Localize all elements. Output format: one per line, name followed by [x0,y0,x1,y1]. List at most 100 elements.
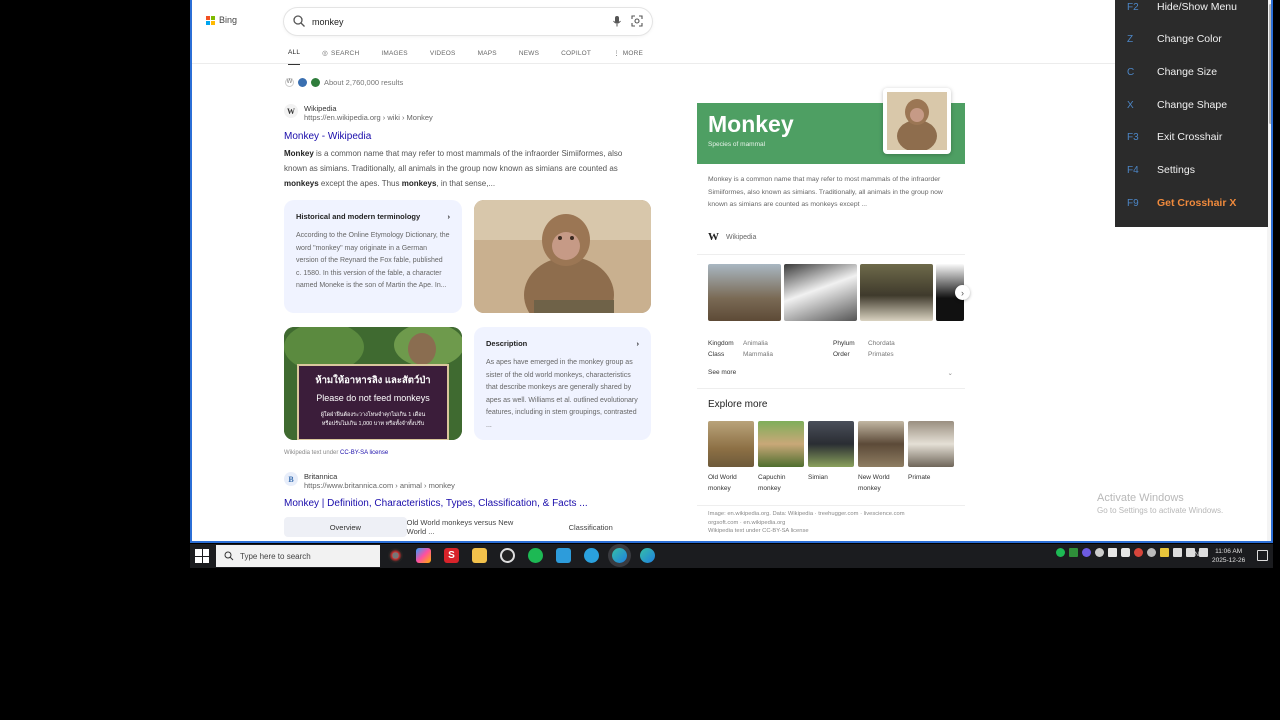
explore-item[interactable]: Capuchin monkey [758,421,804,494]
crosshair-menu-item[interactable]: X Change Shape [1115,95,1268,115]
wikipedia-source[interactable]: W Wikipedia https://en.wikipedia.org › w… [284,104,433,122]
crosshair-menu-item[interactable]: F3 Exit Crosshair [1115,127,1268,147]
taskbar: Type here to search S ENG 11:06 AM 2025-… [190,544,1273,568]
chevron-right-icon: › [636,339,640,348]
notification-center-icon[interactable] [1257,550,1268,561]
wps-app-icon[interactable]: S [444,548,459,563]
tab-videos[interactable]: VIDEOS [430,45,456,65]
crosshair-menu-label: Settings [1157,164,1195,176]
spotify-app-icon[interactable] [528,548,543,563]
see-more-toggle[interactable]: See more ⌄ [708,369,953,377]
telegram-app-icon[interactable] [584,548,599,563]
taskbar-clock[interactable]: 11:06 AM 2025-12-26 [1212,547,1245,565]
tab-label: NEWS [518,49,540,57]
britannica-tab-overview[interactable]: Overview [284,517,407,537]
edge-dev-app-icon[interactable] [640,548,655,563]
edge-app-icon[interactable] [612,548,627,563]
windows-start-icon[interactable] [195,549,209,563]
knowledge-panel-wiki-link[interactable]: W Wikipedia [708,231,756,243]
britannica-source-url: https://www.britannica.com › animal › mo… [304,481,455,490]
notes-app-icon[interactable] [556,548,571,563]
explore-item[interactable]: Primate [908,421,954,494]
gallery-image[interactable] [860,264,933,321]
visual-search-icon[interactable] [630,14,644,28]
crosshair-menu-item[interactable]: C Change Size [1115,62,1268,82]
chevron-right-icon: › [447,212,451,221]
monkey-sign-photo[interactable]: ห้ามให้อาหารลิง และสัตว์ป่า Please do no… [284,327,462,440]
tab-images[interactable]: IMAGES [381,45,407,65]
crosshair-menu-item[interactable]: Z Change Color [1115,29,1268,49]
tab-maps[interactable]: MAPS [478,45,497,65]
terminology-card[interactable]: Historical and modern terminology › Accor… [284,200,462,313]
knowledge-panel-footer: Image: en.wikipedia.org. Data: Wikipedia… [708,510,958,536]
tab-news[interactable]: NEWS [519,45,539,65]
bluetooth-tray-icon[interactable] [1147,548,1156,557]
wikipedia-result-title[interactable]: Monkey - Wikipedia [284,131,371,142]
crosshair-menu-item[interactable]: F9 Get Crosshair X [1115,193,1268,213]
nvidia-tray-icon[interactable] [1069,548,1078,557]
britannica-tab-classification[interactable]: Classification [529,517,652,537]
language-indicator[interactable]: ENG [1190,551,1204,558]
explore-item[interactable]: New World monkey [858,421,904,494]
bing-logo[interactable]: Bing [206,15,237,25]
bing-logo-text: Bing [219,15,238,25]
tab-label: COPILOT [561,49,592,57]
crosshair-menu-label: Hide/Show Menu [1157,1,1237,13]
scrollbar-thumb[interactable] [1269,4,1271,124]
obs-app-icon[interactable] [388,548,403,563]
usb-tray-icon[interactable] [1108,548,1117,557]
gallery-image[interactable] [708,264,781,321]
explore-item-label: New World monkey [858,474,890,492]
taxonomy-facts: Kingdom Animalia Phylum Chordata Class Mammal… [708,340,948,358]
fact-value[interactable]: Chordata [868,340,895,347]
browser-window: Bing ◉ ◔ ☰ ALL◎SEARCHIMAGESVIDEOSMAPSNEW… [190,0,1273,543]
license-link[interactable]: CC-BY-SA license [340,450,388,456]
tab-all[interactable]: ALL [288,45,301,65]
search-tabs: ALL ◎ SEARCH IMAGES VIDEOS MAPS NEWS COPILOT ⋮ MO… [288,45,665,65]
monkey-photo-1[interactable] [474,200,651,313]
app-tray-icon[interactable] [1082,548,1091,557]
tab-more[interactable]: ⋮ MORE [613,45,643,65]
tab-label: SEARCH [331,49,360,57]
tab-copilot[interactable]: COPILOT [561,45,591,65]
gallery-image[interactable] [784,264,857,321]
hotkey-label: C [1127,66,1135,78]
tab-search[interactable]: ◎ SEARCH [322,45,359,65]
folder-tray-icon[interactable] [1160,548,1169,557]
fact-key: Order [833,351,850,358]
sign-thai-line-2: หรือปรับไม่เกิน 1,000 บาท หรือทั้งจำทั้ง… [321,421,425,427]
fact-value[interactable]: Animalia [743,340,768,347]
search-icon[interactable] [292,14,306,28]
crosshair-menu-label: Exit Crosshair [1157,131,1223,143]
see-more-label: See more [708,369,737,376]
power-tray-icon[interactable] [1173,548,1182,557]
fact-order: Order Primates [833,351,948,358]
explore-item[interactable]: Old World monkey [708,421,754,494]
gallery-next-button[interactable]: › [955,285,970,300]
microphone-icon[interactable] [610,14,624,28]
cloud-tray-icon[interactable] [1095,548,1104,557]
crosshair-menu-item[interactable]: F4 Settings [1115,160,1268,180]
capcut-app-icon[interactable] [500,548,515,563]
crosshair-menu-item[interactable]: F2 Hide/Show Menu [1115,0,1268,17]
britannica-result-title[interactable]: Monkey | Definition, Characteristics, Ty… [284,498,588,509]
search-input[interactable] [312,13,592,30]
spotify-tray-icon[interactable] [1056,548,1065,557]
britannica-tab-old-world[interactable]: Old World monkeys versus New World ... [407,517,530,537]
security-tray-icon[interactable] [1134,548,1143,557]
fact-value[interactable]: Mammalia [743,351,773,358]
fact-value[interactable]: Primates [868,351,894,358]
sign-english-text: Please do not feed monkeys [316,393,430,403]
taskbar-search-box[interactable]: Type here to search [216,545,380,567]
knowledge-panel-thumbnail[interactable] [883,88,951,154]
copilot-app-icon[interactable] [416,548,431,563]
tabs-divider [192,63,1271,64]
results-count: W About 2,760,000 results [285,78,403,87]
microphone-tray-icon[interactable] [1121,548,1130,557]
activate-windows-subtitle: Go to Settings to activate Windows. [1097,506,1224,515]
file-explorer-icon[interactable] [472,548,487,563]
description-card[interactable]: Description › As apes have emerged in the… [474,327,651,440]
britannica-mini-icon [298,78,307,87]
britannica-source[interactable]: B Britannica https://www.britannica.com … [284,472,455,490]
explore-item[interactable]: Simian [808,421,854,494]
